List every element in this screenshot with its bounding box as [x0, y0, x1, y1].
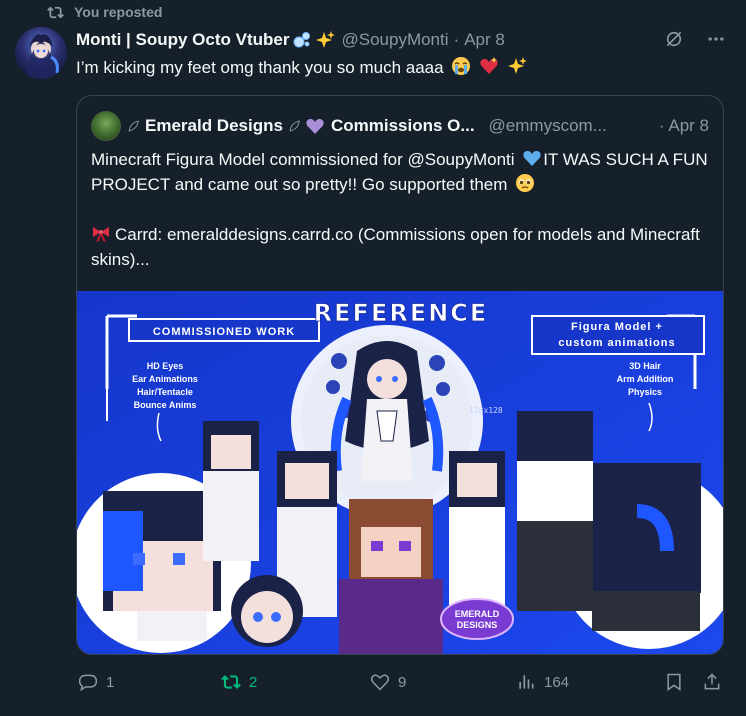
image-right-banner-1: Figura Model + [571, 321, 663, 333]
right-feature-3: Physics [628, 387, 662, 397]
avatar[interactable] [15, 27, 67, 79]
purple-heart-emoji-icon [306, 118, 324, 134]
left-feature-1: HD Eyes [147, 361, 184, 371]
image-logo-1: EMERALD [455, 609, 500, 619]
image-title: REFERENCE [314, 299, 489, 327]
tweet-header: Monti | Soupy Octo Vtuber @SoupyMonti · … [76, 29, 726, 51]
leaf-emoji-icon-2 [289, 120, 300, 132]
tweet-text-content: I’m kicking my feet omg thank you so muc… [76, 58, 444, 77]
more-options-icon[interactable] [706, 29, 726, 49]
leaf-emoji-icon [128, 120, 139, 132]
bookmark-icon [667, 673, 681, 691]
repost-indicator: You reposted [47, 3, 162, 21]
sparkles-emoji-icon-2 [507, 57, 527, 74]
left-feature-4: Bounce Anims [134, 400, 197, 410]
views-count: 164 [544, 673, 570, 691]
handle[interactable]: @SoupyMonti [341, 30, 448, 50]
quoted-name-suffix: Commissions O... [330, 116, 475, 135]
display-name[interactable]: Monti | Soupy Octo Vtuber [76, 30, 289, 50]
action-bar: 1 2 9 164 [76, 672, 726, 696]
blue-heart-emoji-icon [523, 150, 541, 166]
quoted-display-name[interactable]: Emerald Designs [145, 116, 283, 136]
views-button[interactable]: 164 [516, 672, 569, 692]
quoted-date: Apr 8 [668, 116, 709, 135]
sparkles-emoji-icon [316, 31, 336, 48]
quoted-line2: Carrd: emeralddesigns.carrd.co (Commissi… [91, 225, 700, 269]
repost-icon [47, 6, 64, 18]
pleading-face-emoji-icon [516, 174, 535, 192]
repost-icon [221, 675, 241, 689]
image-left-banner: COMMISSIONED WORK [153, 326, 295, 338]
right-feature-1: 3D Hair [629, 361, 661, 371]
grok-icon[interactable] [664, 29, 684, 49]
image-logo-2: DESIGNS [457, 620, 498, 630]
quoted-header: Emerald Designs Commissions O... @emmysc… [91, 111, 709, 141]
reply-icon [78, 674, 98, 692]
like-count: 9 [398, 673, 407, 691]
image-right-banner-2: custom animations [558, 337, 675, 349]
share-button[interactable] [702, 672, 722, 692]
quoted-media-image[interactable]: COMMISSIONED WORK REFERENCE Figura Model… [77, 291, 723, 654]
timestamp[interactable]: Apr 8 [464, 30, 505, 50]
left-feature-2: Ear Animations [132, 374, 198, 384]
heart-icon [370, 674, 390, 691]
share-icon [704, 673, 720, 690]
reply-count: 1 [106, 673, 115, 691]
right-feature-2: Arm Addition [617, 374, 674, 384]
ribbon-emoji-icon [93, 227, 109, 242]
repost-label: You reposted [74, 4, 163, 20]
views-icon [519, 675, 534, 689]
quoted-tweet[interactable]: Emerald Designs Commissions O... @emmysc… [76, 95, 724, 655]
quoted-text: Minecraft Figura Model commissioned for … [91, 147, 711, 297]
quoted-timestamp[interactable]: · Apr 8 [659, 116, 709, 136]
left-feature-3: Hair/Tentacle [137, 387, 193, 397]
reply-button[interactable]: 1 [78, 672, 114, 692]
quoted-separator: · [658, 116, 665, 135]
like-button[interactable]: 9 [370, 672, 406, 692]
separator-dot: · [453, 30, 460, 49]
quoted-line1: Minecraft Figura Model commissioned for … [91, 150, 515, 169]
bubbles-emoji-icon [293, 32, 311, 48]
quoted-handle[interactable]: @emmyscom... [489, 116, 607, 136]
bookmark-button[interactable] [664, 672, 684, 692]
repost-count: 2 [249, 673, 258, 691]
crying-face-emoji-icon [452, 57, 471, 75]
quoted-avatar[interactable] [91, 111, 121, 141]
image-size-label: 128x128 [469, 406, 503, 415]
tweet-text: I’m kicking my feet omg thank you so muc… [76, 56, 527, 78]
sparkling-heart-emoji-icon [480, 57, 498, 74]
tweet[interactable]: You reposted Monti | Soupy Octo Vtuber @… [0, 0, 746, 716]
repost-button[interactable]: 2 [221, 672, 257, 692]
